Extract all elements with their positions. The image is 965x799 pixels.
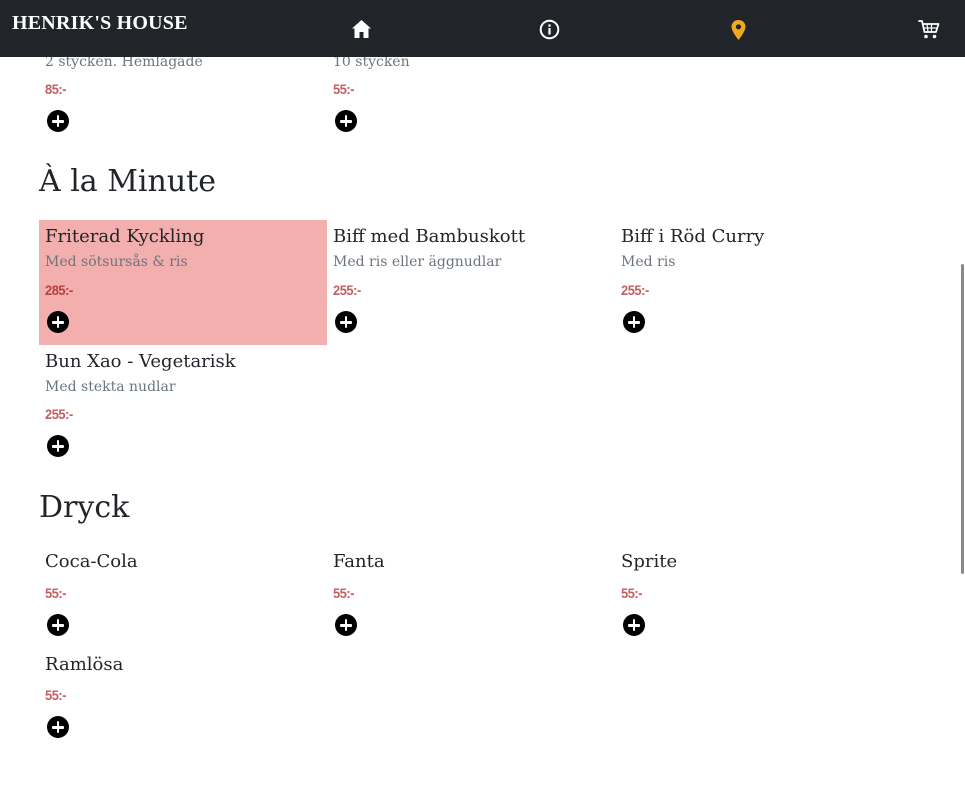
item-price: 255:-: [333, 282, 361, 298]
menu-item: Bun Xao - Vegetarisk Med stekta nudlar 2…: [39, 345, 327, 470]
menu-item: Coca-Cola 55:-: [39, 545, 327, 645]
add-to-cart-button[interactable]: [47, 716, 69, 738]
add-to-cart-button[interactable]: [47, 311, 69, 333]
home-icon[interactable]: [351, 19, 372, 39]
scrollbar[interactable]: [961, 264, 964, 574]
menu-item: Fanta 55:-: [327, 545, 615, 645]
menu-item: 2 stycken. Hemlagade 85:-: [39, 50, 327, 140]
item-price: 55:-: [45, 585, 67, 601]
cart-icon[interactable]: [918, 19, 940, 40]
item-name: Sprite: [621, 551, 678, 572]
item-name: Biff med Bambuskott: [333, 226, 526, 247]
item-description: Med sötsursås & ris: [45, 254, 188, 270]
item-price: 55:-: [621, 585, 643, 601]
item-price: 85:-: [45, 81, 67, 97]
item-name: Ramlösa: [45, 654, 124, 675]
item-description: Med ris eller äggnudlar: [333, 254, 502, 270]
add-to-cart-button[interactable]: [335, 614, 357, 636]
menu-content: 2 stycken. Hemlagade 85:- 10 stycken 55:…: [0, 0, 965, 799]
item-name: Biff i Röd Curry: [621, 226, 765, 247]
item-name: Fanta: [333, 551, 385, 572]
item-price: 285:-: [45, 282, 73, 298]
item-name: Coca-Cola: [45, 551, 138, 572]
brand-logo[interactable]: HENRIK'S HOUSE: [12, 12, 188, 35]
info-icon[interactable]: [539, 19, 560, 40]
menu-item: Biff med Bambuskott Med ris eller äggnud…: [327, 220, 615, 345]
item-price: 255:-: [621, 282, 649, 298]
add-to-cart-button[interactable]: [335, 110, 357, 132]
item-description: Med ris: [621, 254, 676, 270]
menu-item-highlighted[interactable]: Friterad Kyckling Med sötsursås & ris 28…: [39, 220, 327, 345]
item-name: Bun Xao - Vegetarisk: [45, 351, 236, 372]
menu-item: 10 stycken 55:-: [327, 50, 615, 140]
add-to-cart-button[interactable]: [47, 435, 69, 457]
map-pin-icon[interactable]: [730, 19, 747, 41]
add-to-cart-button[interactable]: [623, 614, 645, 636]
item-description: Med stekta nudlar: [45, 379, 176, 395]
item-price: 55:-: [333, 585, 355, 601]
section-title-dryck: Dryck: [39, 490, 130, 525]
menu-item: Biff i Röd Curry Med ris 255:-: [615, 220, 903, 345]
menu-item: Ramlösa 55:-: [39, 648, 327, 748]
add-to-cart-button[interactable]: [47, 110, 69, 132]
add-to-cart-button[interactable]: [623, 311, 645, 333]
item-price: 55:-: [333, 81, 355, 97]
item-name: Friterad Kyckling: [45, 226, 205, 247]
add-to-cart-button[interactable]: [47, 614, 69, 636]
add-to-cart-button[interactable]: [335, 311, 357, 333]
item-price: 255:-: [45, 406, 73, 422]
menu-item: Sprite 55:-: [615, 545, 903, 645]
navbar: HENRIK'S HOUSE: [0, 0, 965, 57]
item-price: 55:-: [45, 687, 67, 703]
section-title-alaminute: À la Minute: [39, 164, 216, 199]
